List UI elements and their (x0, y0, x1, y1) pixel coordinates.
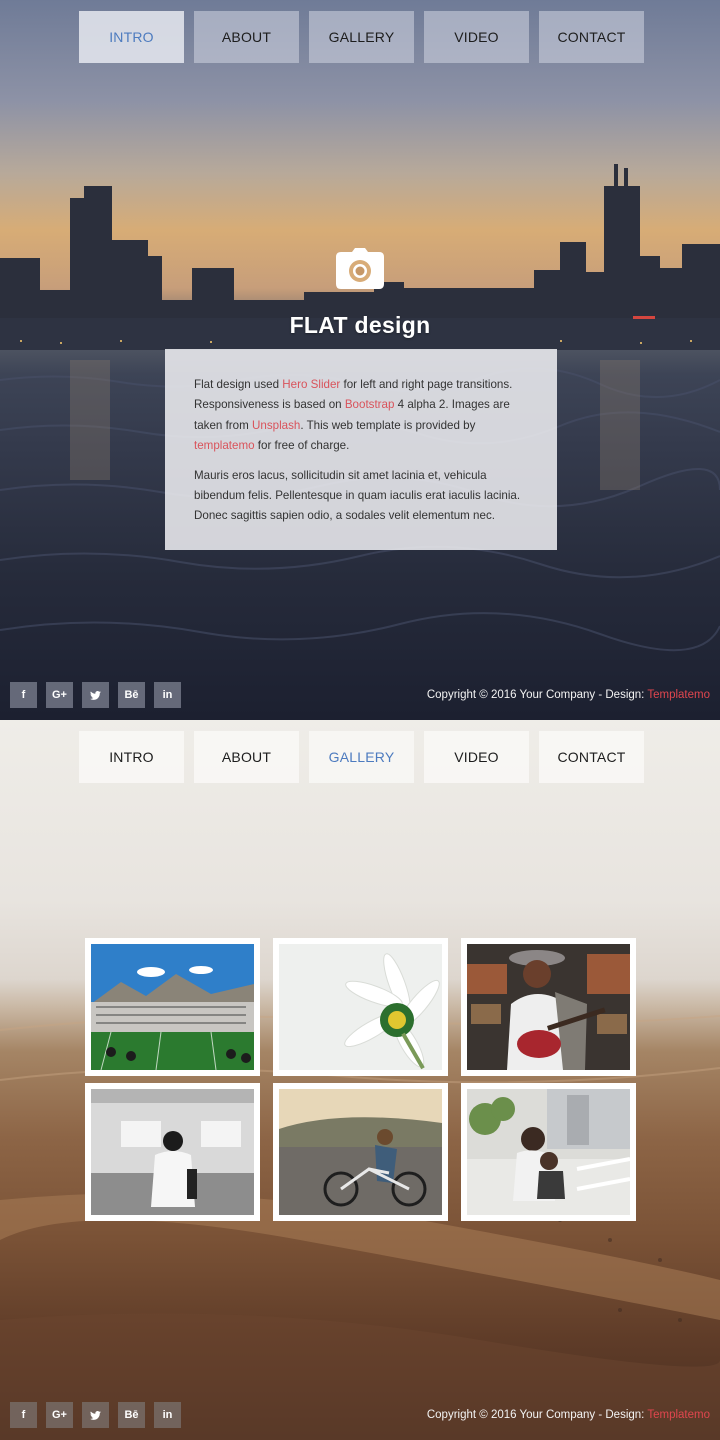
text-span: Flat design used (194, 378, 283, 391)
nav-contact[interactable]: CONTACT (539, 11, 644, 63)
nav-gallery[interactable]: GALLERY (309, 11, 414, 63)
copyright-text: Copyright © 2016 Your Company - Design: (426, 1409, 648, 1421)
subway-photo (91, 1089, 254, 1215)
gallery-section: INTRO ABOUT GALLERY VIDEO CONTACT f G+ B… (0, 720, 720, 1440)
copyright-text: Copyright © 2016 Your Company - Design: (426, 689, 648, 701)
gallery-thumb-guitarist[interactable] (461, 938, 636, 1076)
nav-intro[interactable]: INTRO (79, 11, 184, 63)
social-links: f G+ Bē in (10, 682, 181, 708)
stadium-photo (91, 944, 254, 1070)
nav-video[interactable]: VIDEO (424, 11, 529, 63)
intro-section: INTRO ABOUT GALLERY VIDEO CONTACT FLAT d… (0, 0, 720, 720)
twitter-icon[interactable] (82, 682, 109, 708)
behance-icon[interactable]: Bē (118, 682, 145, 708)
gallery-thumb-cyclist[interactable] (273, 1083, 448, 1221)
main-nav: INTRO ABOUT GALLERY VIDEO CONTACT (79, 731, 644, 783)
nav-about[interactable]: ABOUT (194, 11, 299, 63)
nav-intro[interactable]: INTRO (79, 731, 184, 783)
nav-video[interactable]: VIDEO (424, 731, 529, 783)
twitter-icon[interactable] (82, 1402, 109, 1428)
google-plus-icon[interactable]: G+ (46, 1402, 73, 1428)
nav-contact[interactable]: CONTACT (539, 731, 644, 783)
facebook-icon[interactable]: f (10, 682, 37, 708)
facebook-icon[interactable]: f (10, 1402, 37, 1428)
social-links: f G+ Bē in (10, 1402, 181, 1428)
intro-text-box: Flat design used Hero Slider for left an… (165, 349, 557, 550)
gallery-thumb-mother-child[interactable] (461, 1083, 636, 1221)
templatemo-link[interactable]: templatemo (194, 439, 255, 452)
hero-slider-link[interactable]: Hero Slider (282, 378, 340, 391)
hero-title: FLAT design (289, 312, 431, 338)
nav-gallery[interactable]: GALLERY (309, 731, 414, 783)
camera-icon (336, 248, 384, 289)
google-plus-icon[interactable]: G+ (46, 682, 73, 708)
main-nav: INTRO ABOUT GALLERY VIDEO CONTACT (79, 11, 644, 63)
nav-about[interactable]: ABOUT (194, 731, 299, 783)
text-span: for free of charge. (254, 439, 350, 453)
intro-paragraph-1: Flat design used Hero Slider for left an… (194, 375, 529, 457)
intro-paragraph-2: Mauris eros lacus, sollicitudin sit amet… (194, 468, 521, 523)
copyright: Copyright © 2016 Your Company - Design: … (427, 1409, 710, 1421)
bootstrap-link[interactable]: Bootstrap (345, 398, 395, 411)
mother-child-photo (467, 1089, 630, 1215)
guitarist-photo (467, 944, 630, 1070)
linkedin-icon[interactable]: in (154, 1402, 181, 1428)
footer: f G+ Bē in Copyright © 2016 Your Company… (0, 676, 720, 716)
unsplash-link[interactable]: Unsplash (252, 419, 300, 432)
gallery-thumb-subway[interactable] (85, 1083, 260, 1221)
cyclist-photo (279, 1089, 442, 1215)
daisy-photo (279, 944, 442, 1070)
templatemo-footer-link[interactable]: Templatemo (647, 689, 710, 701)
linkedin-icon[interactable]: in (154, 682, 181, 708)
copyright: Copyright © 2016 Your Company - Design: … (427, 689, 710, 701)
behance-icon[interactable]: Bē (118, 1402, 145, 1428)
gallery-background-image (0, 720, 720, 1440)
text-span: . This web template is provided by (300, 418, 476, 432)
footer: f G+ Bē in Copyright © 2016 Your Company… (0, 1396, 720, 1436)
gallery-thumb-stadium[interactable] (85, 938, 260, 1076)
templatemo-footer-link[interactable]: Templatemo (647, 1409, 710, 1421)
gallery-thumb-daisy[interactable] (273, 938, 448, 1076)
